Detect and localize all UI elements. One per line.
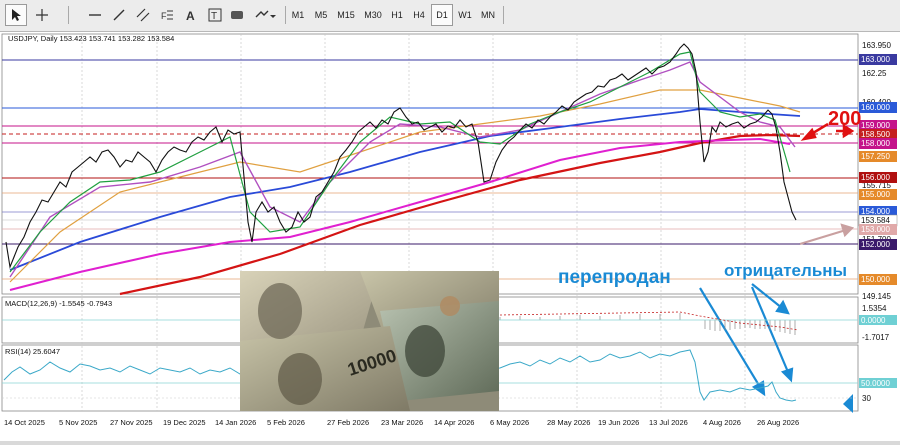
- macd-label: MACD(12,26,9) -1.5545 -0.7943: [5, 299, 112, 308]
- date-label: 5 Nov 2025: [59, 418, 97, 427]
- price-marker-text: 150.000: [861, 275, 890, 284]
- annotation-negative: отрицательны: [724, 261, 847, 280]
- timeframe-m30[interactable]: M30: [361, 4, 385, 26]
- rectangle-icon: [231, 11, 243, 19]
- date-label: 13 Jul 2026: [649, 418, 688, 427]
- timeframe-m5[interactable]: M5: [311, 4, 331, 26]
- date-label: 26 Aug 2026: [757, 418, 799, 427]
- channel-icon: [136, 8, 150, 22]
- fibonacci-tool-button[interactable]: F: [158, 4, 176, 26]
- date-axis: 14 Oct 2025 5 Nov 2025 27 Nov 2025 19 De…: [4, 418, 799, 427]
- banknotes-photo: 10000: [240, 271, 499, 411]
- date-label: 27 Feb 2026: [327, 418, 369, 427]
- rsi-axis: 50.0000 30: [859, 378, 897, 403]
- rsi-label: RSI(14) 25.6047: [5, 347, 60, 356]
- text-label-tool-button[interactable]: T: [206, 4, 224, 26]
- price-marker-text: 156.000: [861, 173, 890, 182]
- date-label: 19 Jun 2026: [598, 418, 639, 427]
- date-label: 14 Oct 2025: [4, 418, 45, 427]
- crosshair-icon: [36, 9, 48, 21]
- fibonacci-icon: F: [161, 10, 173, 21]
- cursor-icon: [12, 9, 21, 21]
- price-pane: [1, 33, 859, 295]
- equidistant-channel-tool-button[interactable]: [134, 4, 152, 26]
- price-marker-text: 155.000: [861, 190, 890, 199]
- svg-text:30: 30: [862, 394, 871, 403]
- price-marker-text: 158.500: [861, 130, 890, 139]
- horizontal-line-icon: [89, 14, 101, 16]
- toolbar-separator: [285, 6, 286, 24]
- timeframe-mn[interactable]: MN: [478, 4, 498, 26]
- price-marker-text: 159.000: [861, 121, 890, 130]
- horizontal-line-tool-button[interactable]: [86, 4, 104, 26]
- date-label: 4 Aug 2026: [703, 418, 741, 427]
- arrows-tool-button[interactable]: [252, 4, 278, 26]
- price-label: 149.145: [862, 292, 891, 301]
- cursor-tool-button[interactable]: [5, 4, 27, 26]
- svg-text:50.0000: 50.0000: [861, 379, 890, 388]
- price-marker-text: 153.584: [861, 216, 890, 225]
- price-marker-text: 153.000: [861, 225, 890, 234]
- price-marker-text: 157.250: [861, 152, 890, 161]
- annotation-oversold: перепродан: [558, 267, 671, 288]
- timeframe-h1[interactable]: H1: [387, 4, 407, 26]
- price-axis: 163.950 162.25 160.400 155.715 151.700 1…: [862, 41, 891, 301]
- timeframe-h4[interactable]: H4: [409, 4, 429, 26]
- svg-text:A: A: [186, 9, 195, 22]
- price-marker-text: 160.000: [861, 103, 890, 112]
- toolbar: F A T M1 M5 M15 M30 H1 H4 D1 W1 MN: [0, 0, 900, 32]
- toolbar-separator: [68, 6, 69, 24]
- date-label: 19 Dec 2025: [163, 418, 206, 427]
- timeframe-m1[interactable]: M1: [288, 4, 308, 26]
- text-tool-button[interactable]: A: [182, 4, 200, 26]
- date-label: 5 Feb 2026: [267, 418, 305, 427]
- price-marker-text: 154.000: [861, 207, 890, 216]
- trendline-tool-button[interactable]: [110, 4, 128, 26]
- svg-text:F: F: [161, 11, 167, 21]
- price-label: 162.25: [862, 69, 887, 78]
- price-markers: 163.000 160.000 159.000 158.500 158.000 …: [858, 54, 898, 285]
- symbol-info: USDJPY, Daily 153.423 153.741 153.282 15…: [8, 34, 174, 43]
- timeframe-m15[interactable]: M15: [334, 4, 358, 26]
- timeframe-w1[interactable]: W1: [455, 4, 475, 26]
- svg-text:1.5354: 1.5354: [862, 304, 887, 313]
- arrows-dropdown-icon: [255, 10, 276, 18]
- price-label: 163.950: [862, 41, 891, 50]
- date-label: 6 May 2026: [490, 418, 529, 427]
- svg-text:T: T: [211, 11, 217, 22]
- crosshair-tool-button[interactable]: [31, 4, 53, 26]
- text-label-icon: T: [208, 8, 222, 22]
- date-label: 14 Jan 2026: [215, 418, 256, 427]
- svg-text:0.0000: 0.0000: [861, 316, 886, 325]
- date-label: 23 Mar 2026: [381, 418, 423, 427]
- price-marker-text: 152.000: [861, 240, 890, 249]
- price-marker-text: 163.000: [861, 55, 890, 64]
- svg-text:-1.7017: -1.7017: [862, 333, 890, 342]
- rectangle-tool-button[interactable]: [228, 4, 246, 26]
- toolbar-separator: [503, 6, 504, 24]
- date-label: 14 Apr 2026: [434, 418, 474, 427]
- timeframe-d1[interactable]: D1: [431, 4, 453, 26]
- price-marker-text: 158.000: [861, 139, 890, 148]
- trendline-icon: [113, 9, 125, 21]
- date-label: 28 May 2026: [547, 418, 590, 427]
- date-label: 27 Nov 2025: [110, 418, 153, 427]
- macd-axis: 1.5354 0.0000 -1.7017: [859, 304, 897, 342]
- text-icon: A: [186, 9, 195, 22]
